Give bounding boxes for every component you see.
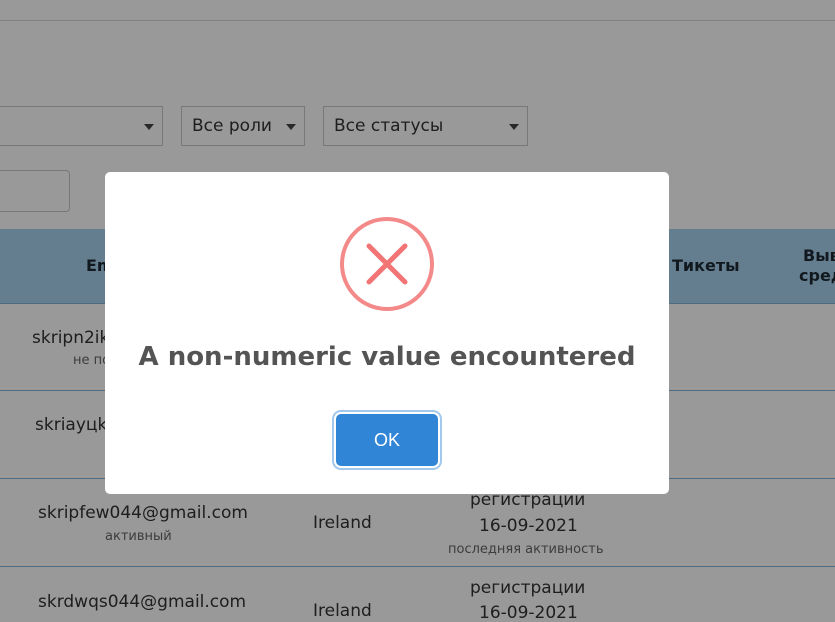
- error-dialog: A non-numeric value encountered OK: [105, 172, 669, 494]
- page: Все роли Все статусы Em Тикеты Выв сред …: [0, 0, 835, 622]
- error-x-icon: [340, 217, 434, 311]
- dialog-title: A non-numeric value encountered: [138, 342, 636, 372]
- ok-button[interactable]: OK: [336, 414, 438, 466]
